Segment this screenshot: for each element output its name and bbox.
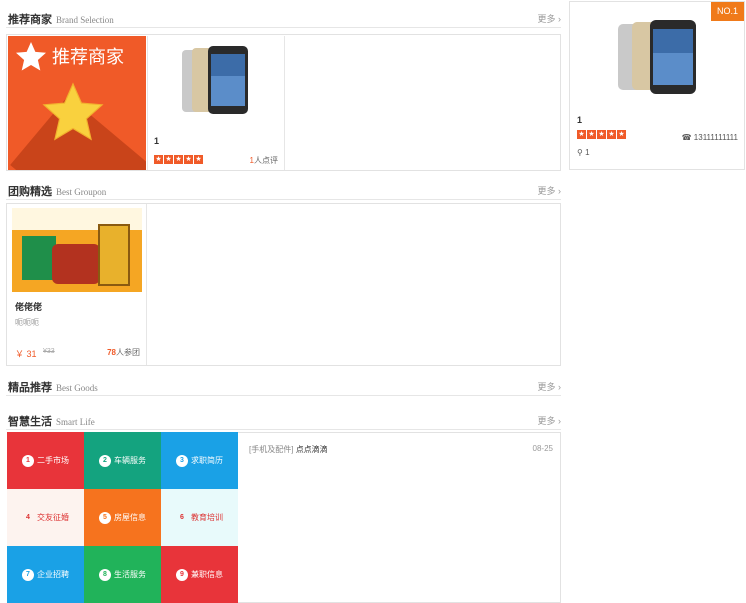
- goods-section-header: 精品推荐 Best Goods 更多 ›: [6, 374, 561, 396]
- tile-label: 教育培训: [191, 513, 223, 522]
- smart-section-header: 智慧生活 Smart Life 更多 ›: [6, 408, 561, 430]
- tile-number: 5: [99, 511, 111, 524]
- tile-label: 企业招聘: [37, 570, 69, 579]
- smart-tile[interactable]: 3 求职简历: [161, 432, 238, 489]
- groupon-old-price: ¥33: [43, 348, 55, 355]
- groupon-section-header: 团购精选 Best Groupon 更多 ›: [6, 178, 561, 200]
- smart-tile[interactable]: 6 教育培训: [161, 489, 238, 546]
- groupon-image: [12, 208, 142, 292]
- tile-number: 6: [180, 513, 184, 521]
- tile-number: 7: [22, 568, 34, 581]
- tile-number: 2: [99, 454, 111, 467]
- phone-icon: ☎: [681, 133, 694, 142]
- star-icon: [16, 42, 46, 71]
- news-list: [手机及配件] 点点滴滴 08-25: [238, 432, 561, 603]
- tile-number: 4: [26, 513, 30, 521]
- review-count: 1人点评: [249, 156, 278, 165]
- section-title: 精品推荐 Best Goods: [8, 382, 98, 394]
- tile-label: 兼职信息: [191, 570, 223, 579]
- more-link[interactable]: 更多 ›: [538, 414, 562, 427]
- smart-tile[interactable]: 2 车辆服务: [84, 432, 161, 489]
- tile-number: 3: [176, 454, 188, 467]
- tile-label: 车辆服务: [114, 456, 146, 465]
- smart-tile[interactable]: 5 房屋信息: [84, 489, 161, 546]
- merchant-name: 1: [577, 115, 583, 125]
- joined-count: 78人参团: [107, 348, 140, 357]
- more-link[interactable]: 更多 ›: [538, 184, 562, 197]
- smart-tile[interactable]: 8 生活服务: [84, 546, 161, 603]
- section-title: 智慧生活 Smart Life: [8, 416, 95, 428]
- phone-image: [182, 46, 248, 114]
- location-pin-icon: ⚲: [577, 148, 586, 157]
- news-item[interactable]: [手机及配件] 点点滴滴 08-25: [249, 444, 553, 455]
- recommended-merchants: 推荐商家 1 ★ ★ ★ ★ ★ 1人点评: [6, 34, 561, 171]
- news-date: 08-25: [532, 444, 553, 453]
- tile-number: 9: [176, 568, 188, 581]
- recommended-banner[interactable]: 推荐商家: [8, 36, 146, 170]
- no1-badge: NO.1: [711, 2, 744, 21]
- top-merchant-card[interactable]: NO.1 1 ★ ★ ★ ★ ★ ☎ 13111111111 ⚲ 1: [569, 1, 745, 170]
- groupon-price: ￥ 31: [15, 349, 37, 359]
- tile-label: 二手市场: [37, 456, 69, 465]
- smart-tile[interactable]: 4 交友征婚: [7, 489, 84, 546]
- more-link[interactable]: 更多 ›: [538, 12, 562, 25]
- tile-label: 生活服务: [114, 570, 146, 579]
- section-title: 推荐商家 Brand Selection: [8, 14, 114, 26]
- more-link[interactable]: 更多 ›: [538, 380, 562, 393]
- smart-life-grid: 1 二手市场 2 车辆服务 3 求职简历 4 交友征婚 5 房屋信息 6 教育培训 7 企业招聘 8 生活服务…: [7, 432, 238, 603]
- tile-number: 8: [99, 568, 111, 581]
- groupon-name: 佬佬佬: [15, 302, 43, 312]
- phone-number: ☎ 13111111111: [681, 133, 738, 142]
- tile-label: 房屋信息: [114, 513, 146, 522]
- smart-tile[interactable]: 1 二手市场: [7, 432, 84, 489]
- big-star-icon: [42, 82, 104, 141]
- smart-tile[interactable]: 7 企业招聘: [7, 546, 84, 603]
- tile-label: 交友征婚: [37, 513, 69, 522]
- brand-section-header: 推荐商家 Brand Selection 更多 ›: [6, 6, 561, 28]
- groupon-card[interactable]: 佬佬佬 呃呃呃 ￥ 31 ¥33 78人参团: [7, 204, 147, 365]
- tile-number: 1: [22, 454, 34, 467]
- merchant-name: 1: [154, 136, 160, 146]
- rating-stars: ★ ★ ★ ★ ★: [577, 130, 626, 139]
- merchant-card[interactable]: 1 ★ ★ ★ ★ ★ 1人点评: [147, 36, 285, 170]
- phone-image: [618, 20, 696, 94]
- smart-tile[interactable]: 9 兼职信息: [161, 546, 238, 603]
- groupon-desc: 呃呃呃: [15, 318, 39, 327]
- rating-stars: ★ ★ ★ ★ ★: [154, 155, 203, 164]
- location: ⚲ 1: [577, 148, 590, 157]
- section-title: 团购精选 Best Groupon: [8, 186, 107, 198]
- groupon-list: 佬佬佬 呃呃呃 ￥ 31 ¥33 78人参团: [6, 203, 561, 366]
- tile-label: 求职简历: [191, 456, 223, 465]
- banner-title: 推荐商家: [52, 47, 124, 67]
